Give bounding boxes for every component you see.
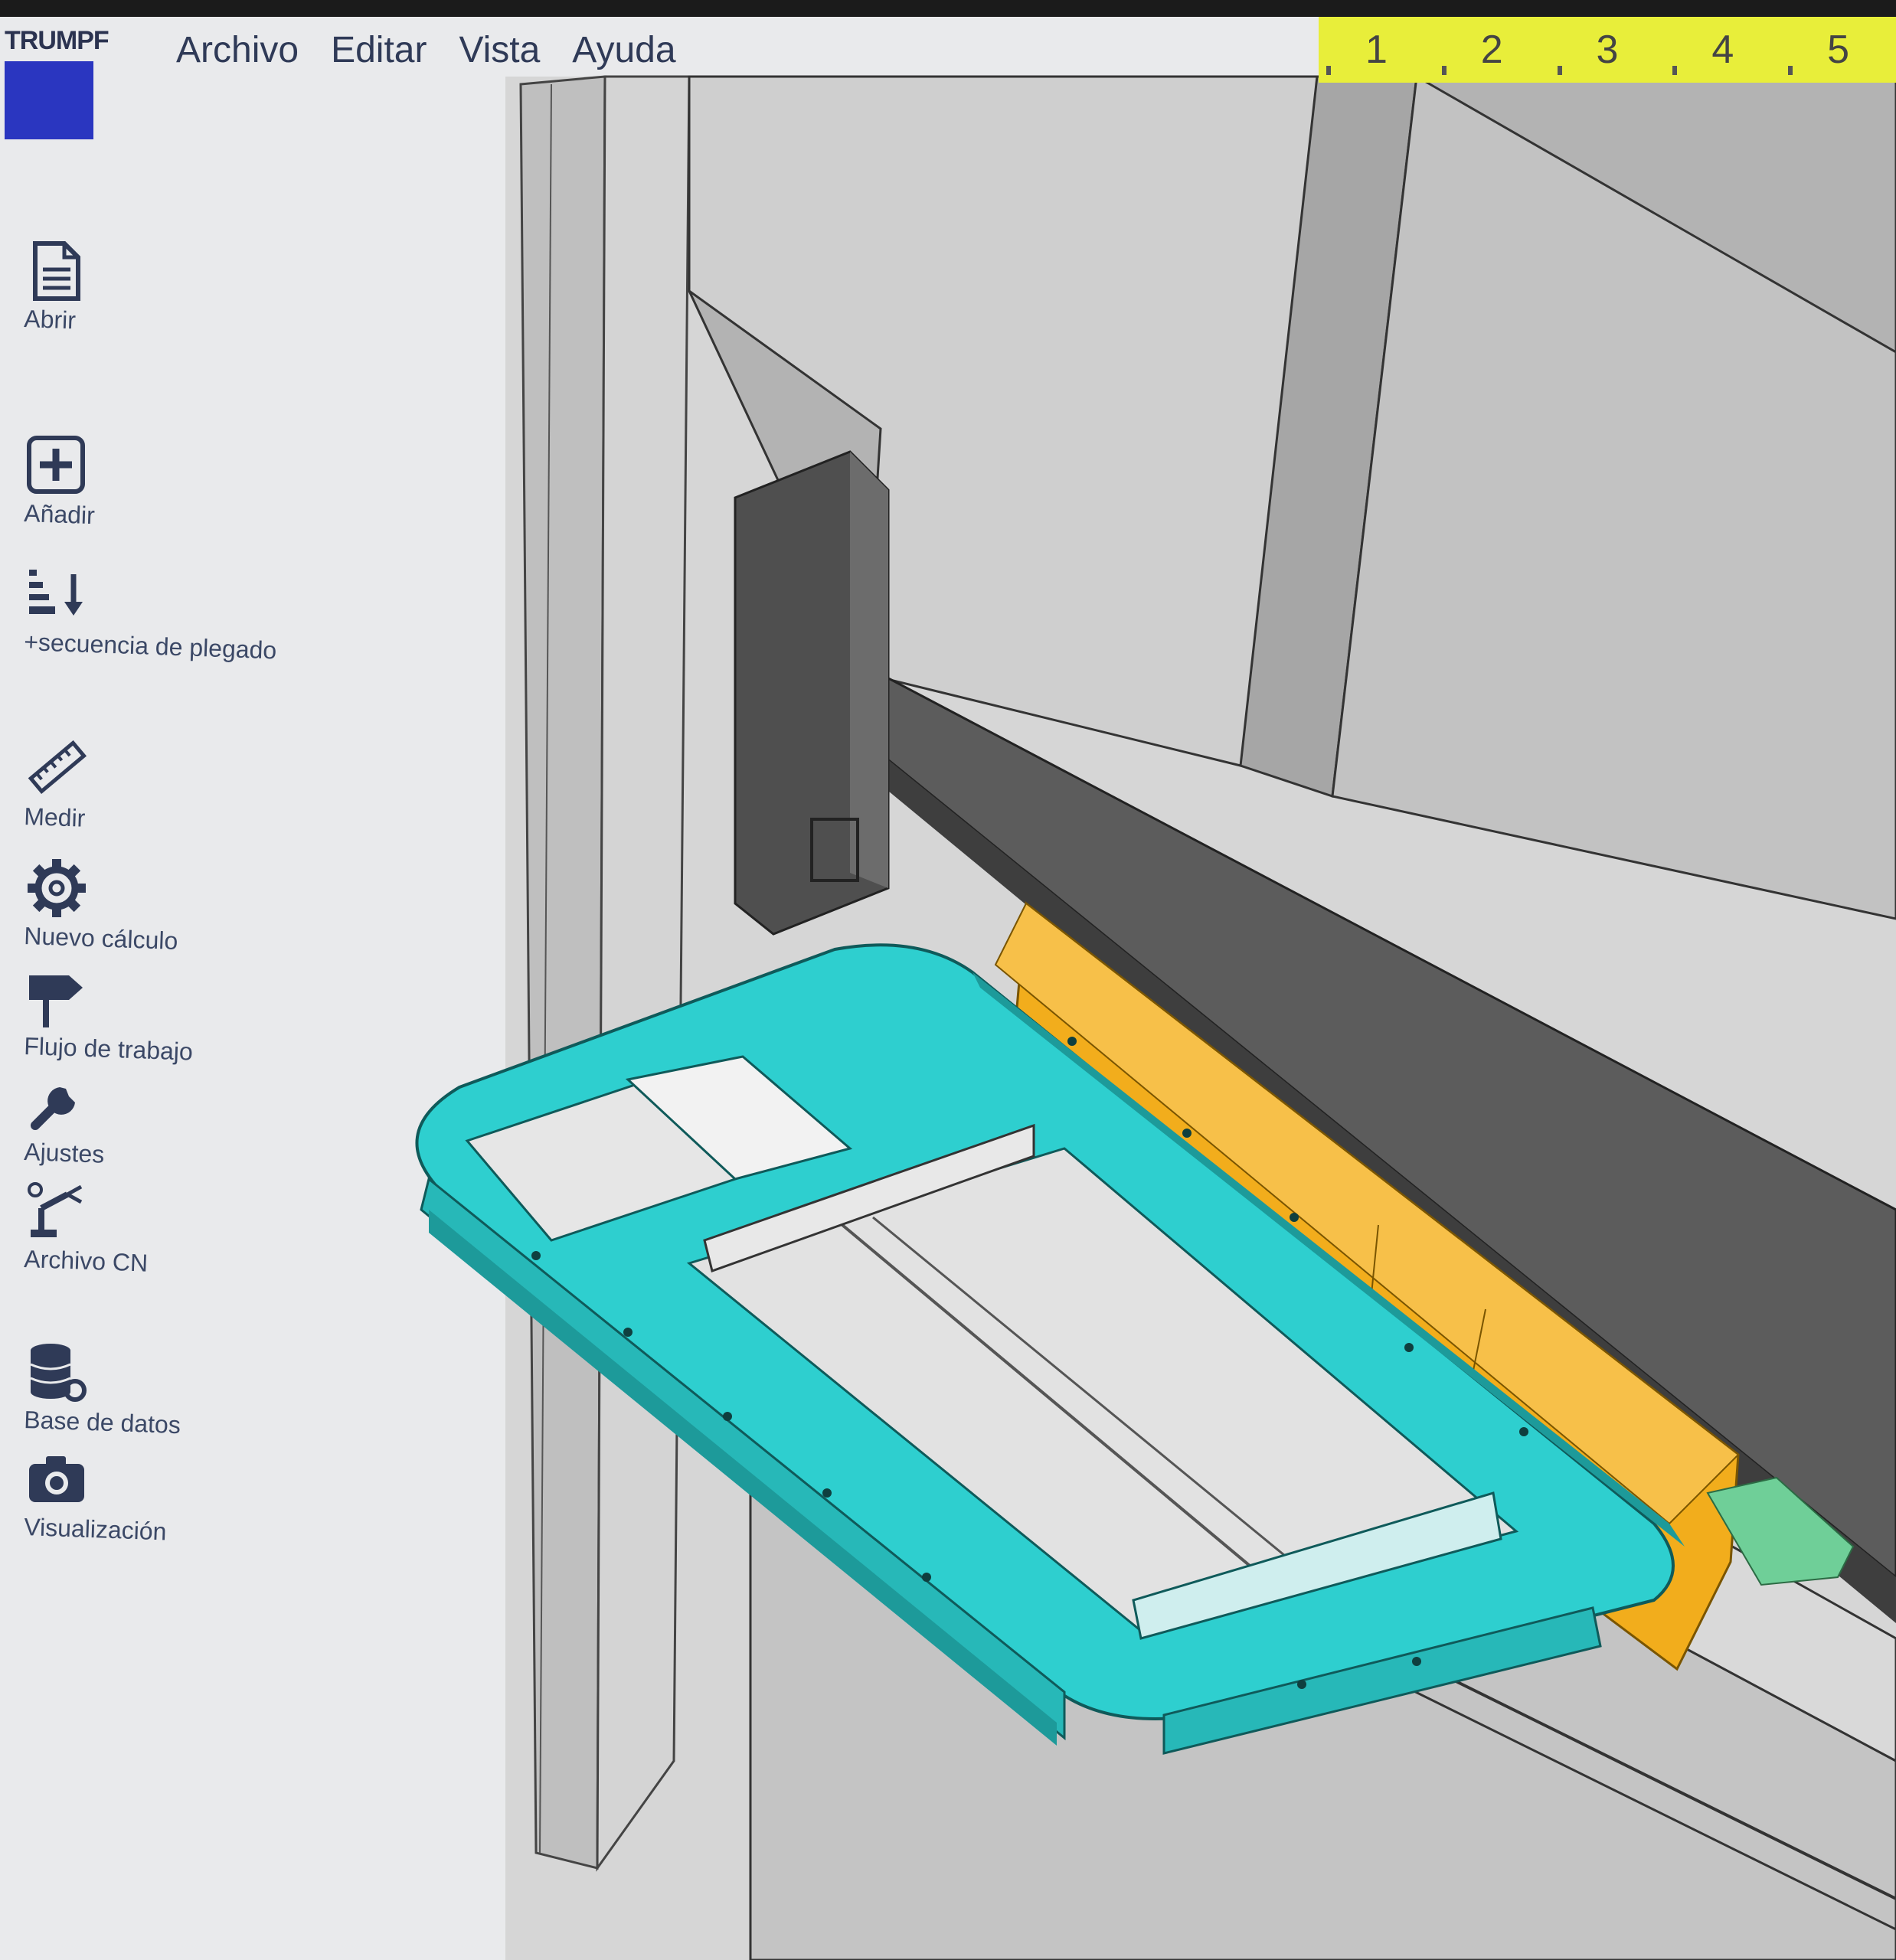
tool-secuencia-plegado-label: +secuencia de plegado xyxy=(23,628,277,665)
step-2[interactable]: 2 xyxy=(1434,17,1550,83)
step-5[interactable]: 5 xyxy=(1780,17,1896,83)
tool-medir[interactable]: Medir xyxy=(23,737,89,832)
tool-abrir-label: Abrir xyxy=(23,305,77,335)
wrench-icon xyxy=(31,1083,77,1130)
tool-archivo-cn-label: Archivo CN xyxy=(23,1245,149,1277)
tool-anadir[interactable]: Añadir xyxy=(23,433,96,530)
add-icon xyxy=(27,436,85,494)
step-tick xyxy=(1326,66,1331,75)
step-2-label: 2 xyxy=(1480,28,1503,72)
tool-abrir[interactable]: Abrir xyxy=(23,239,89,335)
menu-vista[interactable]: Vista xyxy=(459,23,540,77)
sidebar: Abrir Añadir +secuencia de plegado Medir… xyxy=(0,0,306,1960)
step-tick xyxy=(1557,66,1562,75)
database-icon xyxy=(30,1344,87,1402)
ruler-icon xyxy=(28,740,87,795)
tool-medir-label: Medir xyxy=(23,802,86,832)
camera-icon xyxy=(29,1456,84,1502)
tool-base-datos[interactable]: Base de datos xyxy=(24,1340,181,1439)
robot-arm-icon xyxy=(28,1182,83,1237)
step-1[interactable]: 1 xyxy=(1319,17,1434,83)
step-3-label: 3 xyxy=(1596,28,1619,72)
step-tick xyxy=(1788,66,1793,75)
step-1-label: 1 xyxy=(1365,28,1388,72)
tool-nuevo-calculo-label: Nuevo cálculo xyxy=(23,922,178,955)
tool-ajustes[interactable]: Ajustes xyxy=(23,1072,105,1168)
tool-base-datos-label: Base de datos xyxy=(23,1406,181,1439)
tool-archivo-cn[interactable]: Archivo CN xyxy=(24,1179,149,1277)
document-icon xyxy=(33,241,80,301)
tool-secuencia-plegado[interactable]: +secuencia de plegado xyxy=(24,562,277,664)
tool-flujo-trabajo-label: Flujo de trabajo xyxy=(23,1032,194,1066)
step-3[interactable]: 3 xyxy=(1550,17,1666,83)
step-5-label: 5 xyxy=(1827,28,1850,72)
tool-anadir-label: Añadir xyxy=(23,499,96,530)
tool-ajustes-label: Ajustes xyxy=(23,1138,105,1168)
tool-flujo-trabajo[interactable]: Flujo de trabajo xyxy=(24,966,194,1066)
tool-visualizacion[interactable]: Visualización xyxy=(24,1447,167,1545)
menu-ayuda[interactable]: Ayuda xyxy=(572,23,675,77)
bend-sequence-icon xyxy=(29,570,83,616)
step-4-label: 4 xyxy=(1711,28,1734,72)
menu-editar[interactable]: Editar xyxy=(331,23,427,77)
tool-nuevo-calculo[interactable]: Nuevo cálculo xyxy=(24,856,178,955)
tool-visualizacion-label: Visualización xyxy=(23,1513,168,1546)
step-tick xyxy=(1672,66,1678,75)
step-tabs: 1 2 3 4 5 xyxy=(1319,17,1896,83)
step-4[interactable]: 4 xyxy=(1665,17,1780,83)
step-tick xyxy=(1441,66,1447,75)
signpost-icon xyxy=(29,975,83,1027)
gear-icon xyxy=(28,859,86,917)
